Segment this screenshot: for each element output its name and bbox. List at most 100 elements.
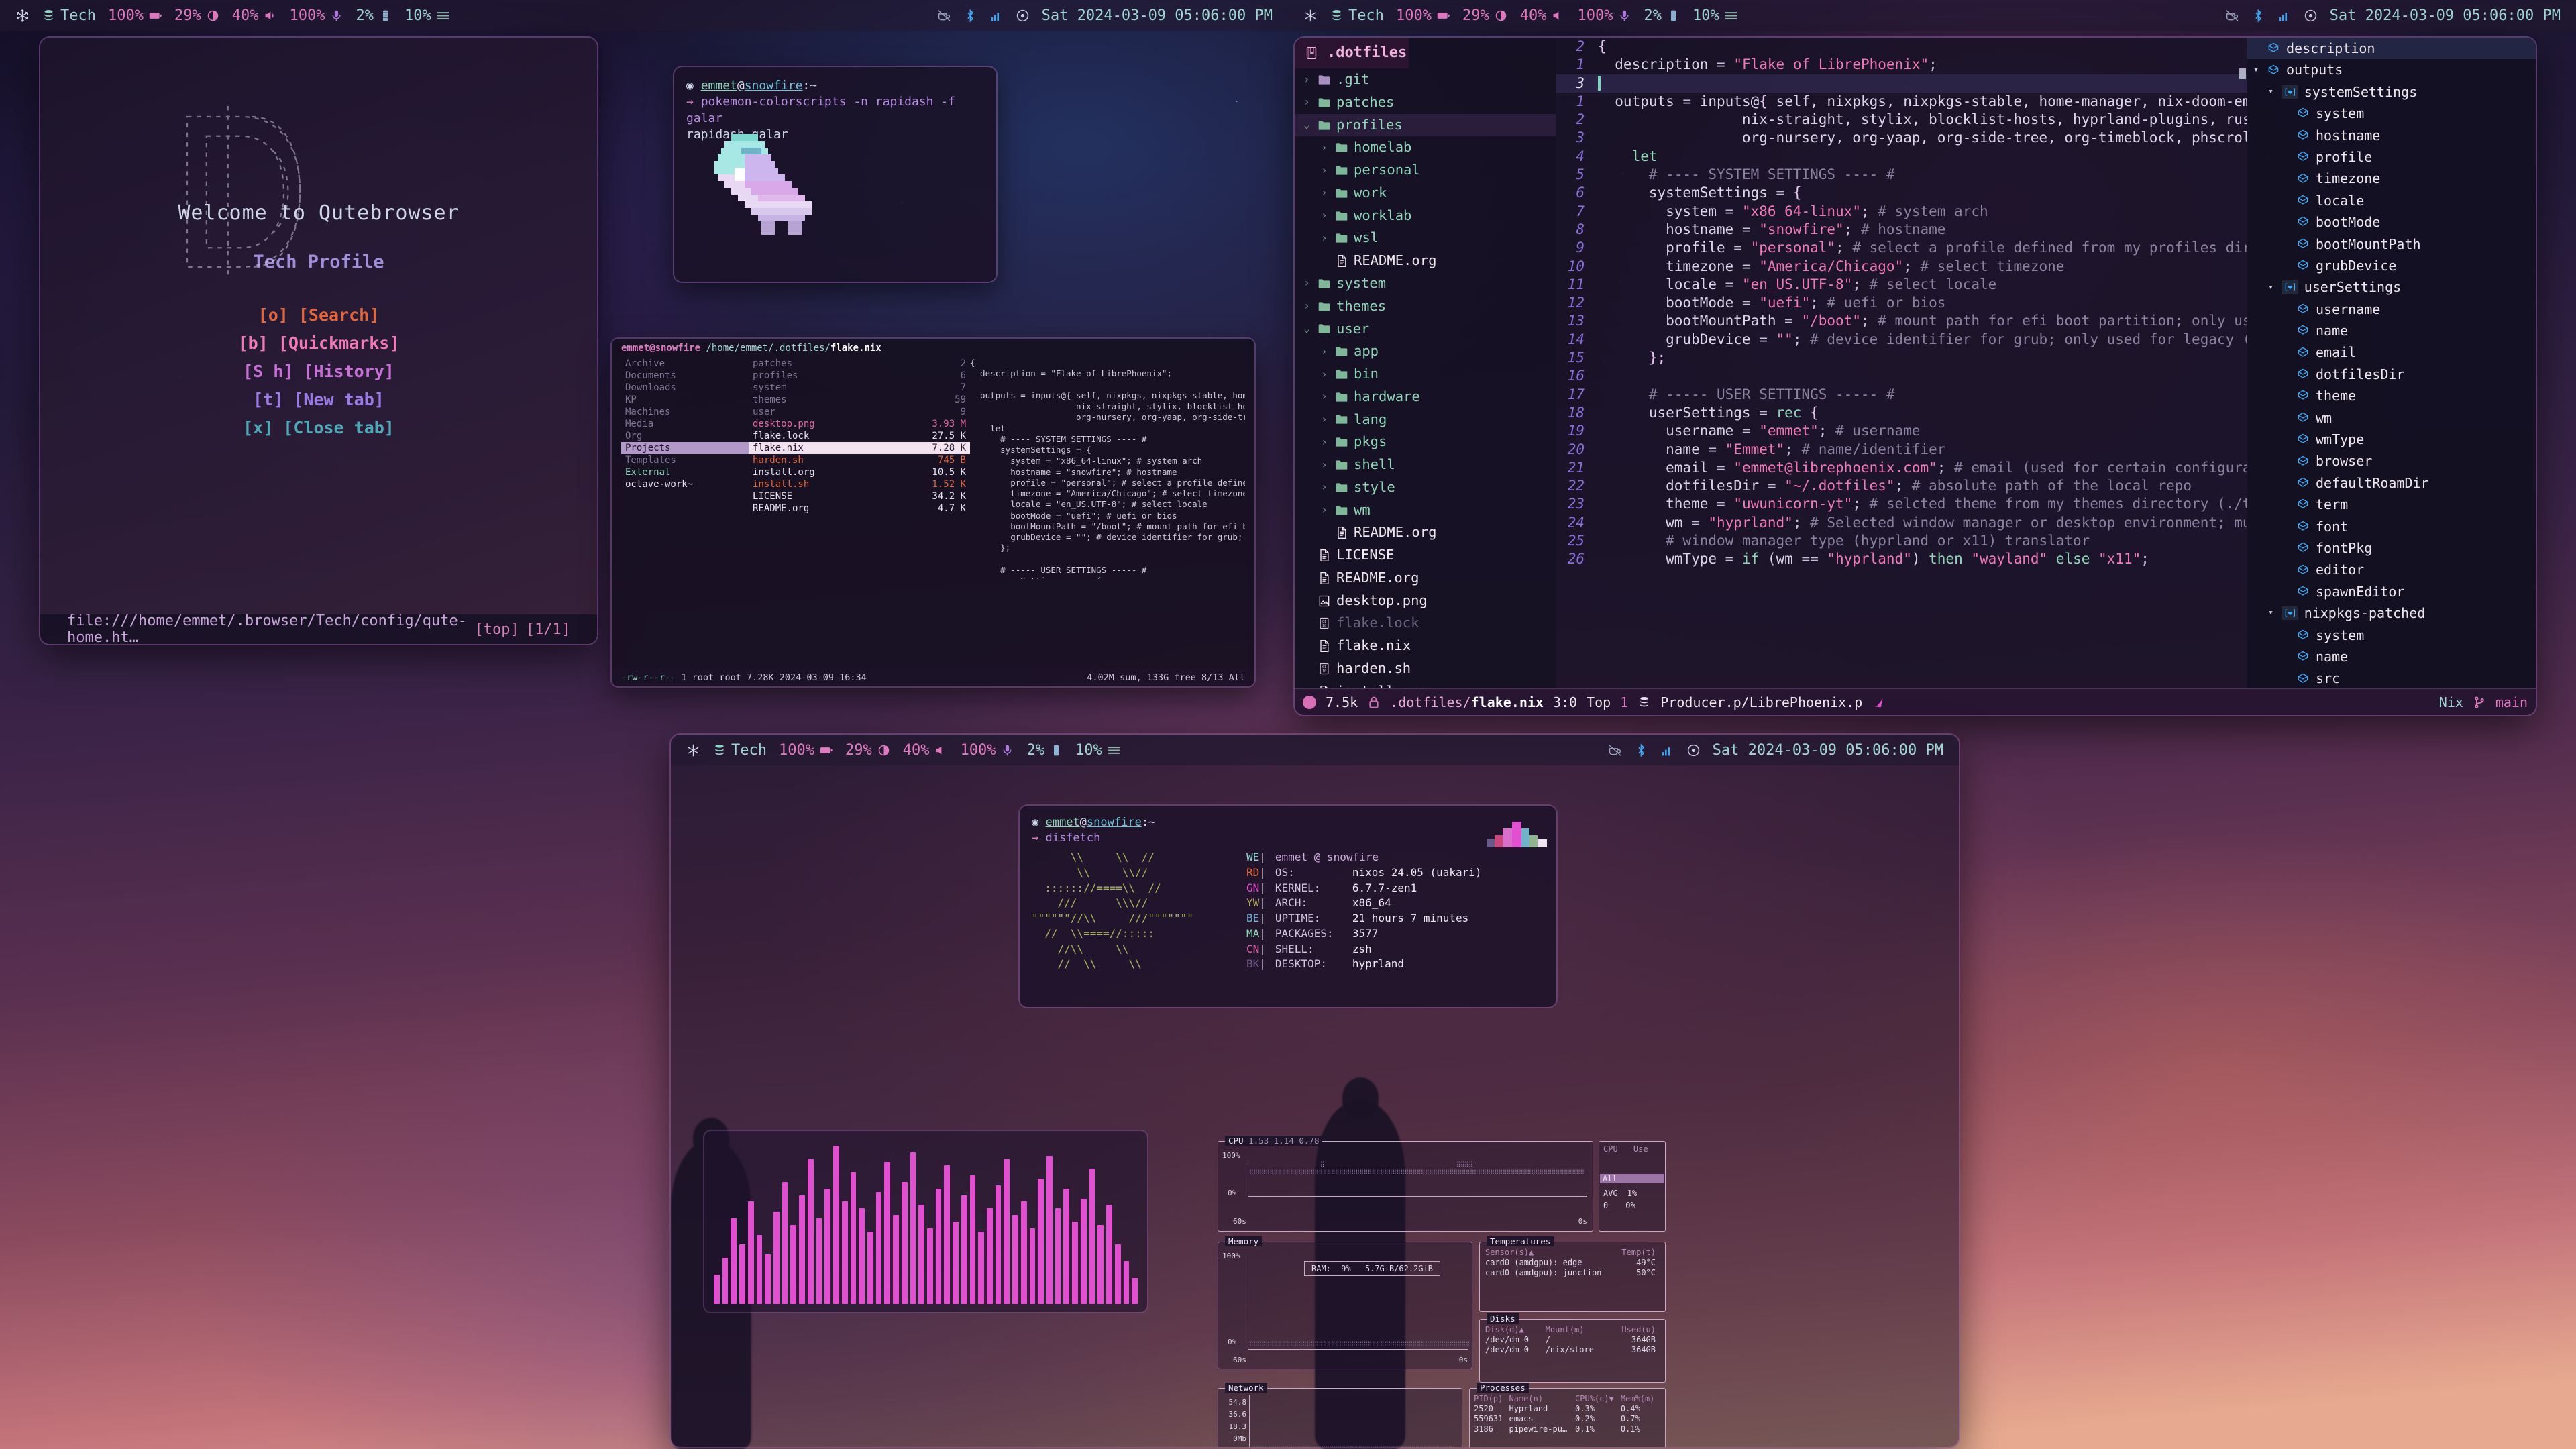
code-line[interactable]: 20 name = "Emmet"; # name/identifier <box>1556 441 2247 459</box>
table-row[interactable]: /dev/dm-0/364GB <box>1485 1335 1660 1345</box>
memory-indicator-2[interactable]: 2% <box>1638 7 1686 24</box>
treemacs-node-worklab[interactable]: › worklab <box>1295 205 1556 227</box>
treemacs-node-app[interactable]: › app <box>1295 340 1556 363</box>
list-item[interactable]: patches 2 <box>749 358 970 370</box>
chevron-right-icon[interactable]: › <box>1301 72 1312 89</box>
code-line[interactable]: 15 }; <box>1556 349 2247 367</box>
ranger-parent-column[interactable]: Archive Documents Downloads KP Machines Media… <box>621 358 749 579</box>
clock[interactable]: Sat 2024-03-09 05:06:00 PM <box>1036 7 1279 24</box>
list-item[interactable]: system 7 <box>749 382 970 394</box>
emacs-outline-sidebar[interactable]: description ▾ outputs ▾ [❤] systemSettings sys… <box>2247 38 2536 688</box>
chevron-right-icon[interactable]: › <box>1301 94 1312 111</box>
outline-item-bootmode[interactable]: bootMode <box>2247 211 2536 233</box>
treemacs-node-shell[interactable]: › shell <box>1295 453 1556 476</box>
code-line[interactable]: 22 dotfilesDir = "~/.dotfiles"; # absolu… <box>1556 477 2247 495</box>
chevron-down-icon[interactable]: ⌄ <box>1301 321 1312 337</box>
outline-item-description[interactable]: description <box>2247 38 2536 60</box>
treemacs-node-readme-org[interactable]: README.org <box>1295 250 1556 272</box>
nix-logo-button[interactable] <box>9 9 36 23</box>
list-item[interactable]: External <box>621 466 749 478</box>
list-item[interactable]: harden.sh 745 B <box>749 454 970 466</box>
code-line[interactable]: 13 bootMountPath = "/boot"; # mount path… <box>1556 312 2247 330</box>
btop-cpu-panel[interactable]: CPU 1.53 1.14 0.78 100% 0% ⣿⣿⣿⣿⣿⣿⣿⣿⣿⣿⣿⣿⣿… <box>1218 1136 1593 1232</box>
chevron-right-icon[interactable]: › <box>1319 140 1330 156</box>
battery-indicator-2[interactable]: 100% <box>1390 7 1456 24</box>
btop-cpu-row-all[interactable]: All <box>1600 1174 1664 1183</box>
code-line[interactable]: 5 # ---- SYSTEM SETTINGS ---- # <box>1556 166 2247 184</box>
outline-item-name[interactable]: name <box>2247 320 2536 341</box>
outline-item-font[interactable]: font <box>2247 516 2536 537</box>
code-line[interactable]: 25 # window manager type (hyprland or x1… <box>1556 532 2247 550</box>
table-row[interactable]: card0 (amdgpu): junction 50°C <box>1485 1268 1660 1278</box>
network-indicator[interactable] <box>983 9 1010 23</box>
treemacs-node-readme-org[interactable]: README.org <box>1295 521 1556 544</box>
link-new-tab[interactable]: [t] [New tab] <box>253 390 384 409</box>
list-item[interactable]: Templates <box>621 454 749 466</box>
bluetooth-toggle-3[interactable] <box>1628 743 1654 757</box>
chevron-down-icon[interactable]: ▾ <box>2251 64 2261 77</box>
ranger-file-manager-window[interactable]: emmet@snowfire /home/emmet/.dotfiles/fla… <box>612 339 1254 686</box>
code-line[interactable]: 21 email = "emmet@librephoenix.com"; # e… <box>1556 459 2247 477</box>
outline-item-term[interactable]: term <box>2247 494 2536 515</box>
outline-item-dotfilesdir[interactable]: dotfilesDir <box>2247 364 2536 385</box>
link-search[interactable]: [o] [Search] <box>258 305 380 325</box>
code-line[interactable]: 7 system = "x86_64-linux"; # system arch <box>1556 203 2247 221</box>
outline-item-defaultroamdir[interactable]: defaultRoamDir <box>2247 472 2536 494</box>
chevron-down-icon[interactable]: ▾ <box>2266 85 2275 99</box>
list-item[interactable]: user 9 <box>749 406 970 418</box>
treemacs-node-readme-org[interactable]: README.org <box>1295 567 1556 590</box>
record-indicator-3[interactable] <box>1680 743 1707 757</box>
outline-item-src[interactable]: src <box>2247 667 2536 688</box>
treemacs-node-profiles[interactable]: ⌄ profiles <box>1295 113 1556 137</box>
code-line[interactable]: 11 locale = "en_US.UTF-8"; # select loca… <box>1556 276 2247 294</box>
treemacs-node-flake-nix[interactable]: flake.nix <box>1295 635 1556 657</box>
outline-item-spawneditor[interactable]: spawnEditor <box>2247 581 2536 602</box>
emacs-code-buffer[interactable]: 2{1 description = "Flake of LibrePhoenix… <box>1556 38 2247 688</box>
code-line[interactable]: 1 outputs = inputs@{ self, nixpkgs, nixp… <box>1556 93 2247 111</box>
list-item[interactable]: Projects <box>621 442 749 454</box>
treemacs-node-themes[interactable]: › themes <box>1295 295 1556 318</box>
list-item[interactable]: profiles 6 <box>749 370 970 382</box>
btop-processes-panel[interactable]: Processes PID(p) Name(n) CPU%(c)▼ Mem%(m… <box>1469 1383 1666 1447</box>
table-row[interactable]: 2520 Hyprland 0.3% 0.4% <box>1474 1404 1661 1414</box>
network-indicator-3[interactable] <box>1654 743 1680 757</box>
treemacs-node-wsl[interactable]: › wsl <box>1295 227 1556 250</box>
microphone-indicator-2[interactable]: 100% <box>1571 7 1638 24</box>
outline-item-systemsettings[interactable]: ▾ [❤] systemSettings <box>2247 81 2536 103</box>
treemacs-project-header[interactable]: .dotfiles <box>1295 38 1409 69</box>
chevron-right-icon[interactable]: › <box>1319 230 1330 247</box>
code-line[interactable]: 26 wmType = if (wm == "hyprland") then "… <box>1556 550 2247 568</box>
code-line[interactable]: 12 bootMode = "uefi"; # uefi or bios <box>1556 294 2247 312</box>
code-line[interactable]: 1 description = "Flake of LibrePhoenix"; <box>1556 56 2247 74</box>
treemacs-node-style[interactable]: › style <box>1295 476 1556 499</box>
microphone-indicator[interactable]: 100% <box>283 7 350 24</box>
emacs-window[interactable]: .dotfiles › .git › patches ⌄ profiles › homelab… <box>1295 38 2536 715</box>
outline-item-name[interactable]: name <box>2247 646 2536 667</box>
list-item[interactable]: flake.lock 27.5 K <box>749 430 970 442</box>
link-close-tab[interactable]: [x] [Close tab] <box>243 418 394 437</box>
list-item[interactable]: themes 59 <box>749 394 970 406</box>
chevron-right-icon[interactable]: › <box>1319 388 1330 405</box>
code-lines[interactable]: 2{1 description = "Flake of LibrePhoenix… <box>1556 38 2247 569</box>
code-line[interactable]: 3 org-nursery, org-yaap, org-side-tree, … <box>1556 129 2247 147</box>
outline-items[interactable]: description ▾ outputs ▾ [❤] systemSettings sys… <box>2247 38 2536 688</box>
volume-indicator-2[interactable]: 40% <box>1514 7 1572 24</box>
treemacs-node-system[interactable]: › system <box>1295 272 1556 295</box>
list-item[interactable]: Documents <box>621 370 749 382</box>
scrollbar-thumb[interactable] <box>2239 68 2246 79</box>
volume-indicator[interactable]: 40% <box>226 7 284 24</box>
table-row[interactable]: 3186 pipewire-pu… 0.1% 0.1% <box>1474 1424 1661 1434</box>
workspace-indicator[interactable]: Tech <box>36 7 102 24</box>
chevron-right-icon[interactable]: › <box>1319 343 1330 360</box>
outline-item-hostname[interactable]: hostname <box>2247 125 2536 146</box>
btop-disks-panel[interactable]: Disks Disk(d)▲ Mount(m) Used(u) /dev/dm-0/… <box>1479 1313 1666 1383</box>
list-item[interactable]: LICENSE 34.2 K <box>749 490 970 502</box>
ranger-current-column[interactable]: patches 2 profiles 6 system 7 themes 59 user 9 des… <box>749 358 970 579</box>
brightness-indicator-3[interactable]: 29% <box>839 742 897 759</box>
list-item[interactable]: KP <box>621 394 749 406</box>
chevron-down-icon[interactable]: ▾ <box>2266 606 2275 620</box>
list-item[interactable]: desktop.png 3.93 M <box>749 418 970 430</box>
caffeine-toggle[interactable] <box>931 9 957 23</box>
list-item[interactable]: README.org 4.7 K <box>749 502 970 515</box>
chevron-right-icon[interactable]: › <box>1319 184 1330 201</box>
